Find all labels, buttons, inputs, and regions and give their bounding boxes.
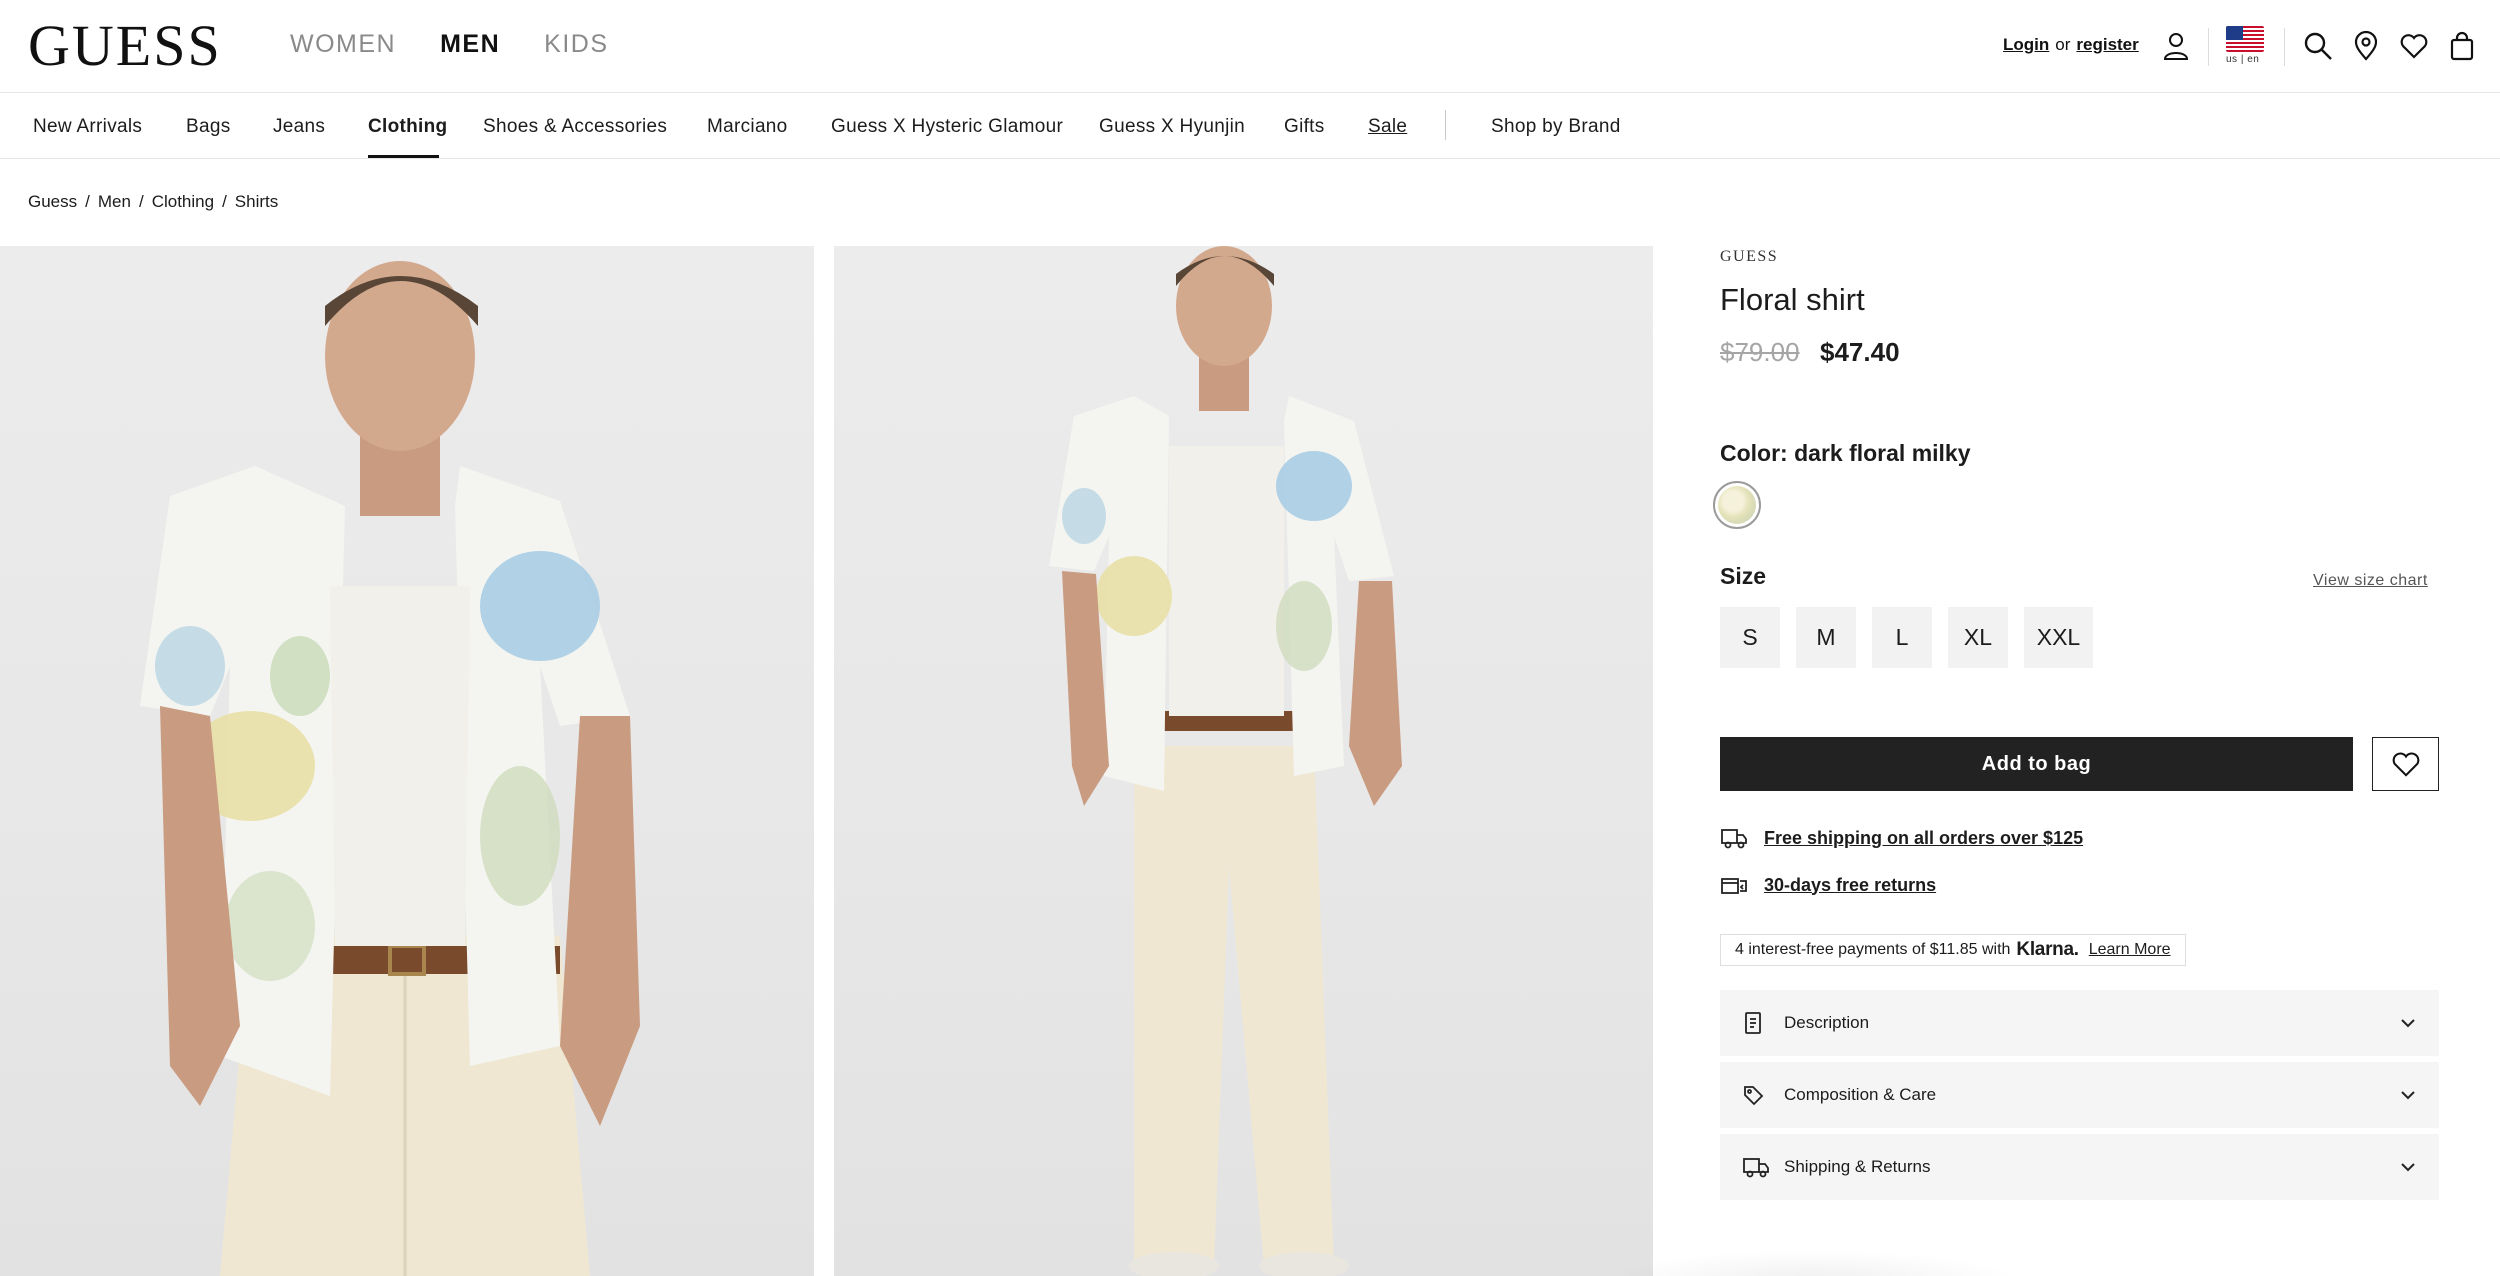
nav-guess-x-hyunjin[interactable]: Guess X Hyunjin xyxy=(1099,116,1245,138)
gender-nav: WOMEN MEN KIDS xyxy=(290,30,609,59)
size-options: S M L XL XXL xyxy=(1720,607,2093,668)
tag-icon xyxy=(1744,1086,1764,1106)
klarna-logo: Klarna. xyxy=(2016,939,2079,960)
tab-kids[interactable]: KIDS xyxy=(544,30,608,59)
account-icon[interactable] xyxy=(2158,28,2194,64)
size-option-xl[interactable]: XL xyxy=(1948,607,2008,668)
nav-clothing[interactable]: Clothing xyxy=(368,116,447,138)
locale-selector[interactable]: us | en xyxy=(2226,26,2268,70)
nav-new-arrivals[interactable]: New Arrivals xyxy=(33,116,142,138)
truck-icon xyxy=(1743,1158,1769,1178)
klarna-learn-more-link[interactable]: Learn More xyxy=(2089,941,2171,959)
bottom-shadow xyxy=(1600,1250,2020,1276)
heart-icon xyxy=(2392,752,2419,777)
breadcrumb-separator: / xyxy=(138,192,144,211)
search-icon[interactable] xyxy=(2300,28,2336,64)
nav-marciano[interactable]: Marciano xyxy=(707,116,788,138)
size-label: Size xyxy=(1720,563,1767,589)
header-divider xyxy=(2284,28,2285,66)
product-title: Floral shirt xyxy=(1720,282,1865,317)
free-returns-link[interactable]: 30-days free returns xyxy=(1764,875,1936,896)
tab-women[interactable]: WOMEN xyxy=(290,30,396,59)
size-chart-link[interactable]: View size chart xyxy=(2313,572,2428,590)
klarna-text: 4 interest-free payments of $11.85 with xyxy=(1735,941,2011,958)
active-nav-underline xyxy=(368,155,439,158)
size-option-m[interactable]: M xyxy=(1796,607,1856,668)
login-link[interactable]: Login xyxy=(2003,35,2049,54)
breadcrumb: Guess / Men / Clothing / Shirts xyxy=(28,192,278,212)
size-option-xxl[interactable]: XXL xyxy=(2024,607,2093,668)
breadcrumb-item[interactable]: Clothing xyxy=(152,192,214,212)
chevron-down-icon xyxy=(2401,1091,2415,1100)
site-header: GUESS WOMEN MEN KIDS Login or register us … xyxy=(0,0,2500,93)
nav-bags[interactable]: Bags xyxy=(186,116,231,138)
bag-icon[interactable] xyxy=(2444,28,2480,64)
returns-icon xyxy=(1721,878,1747,894)
nav-jeans[interactable]: Jeans xyxy=(273,116,325,138)
chevron-down-icon xyxy=(2401,1019,2415,1028)
perk-free-shipping: Free shipping on all orders over $125 xyxy=(1720,826,2083,850)
add-to-bag-button[interactable]: Add to bag xyxy=(1720,737,2353,791)
product-image-front[interactable] xyxy=(0,246,814,1276)
register-link[interactable]: register xyxy=(2076,35,2138,54)
color-swatch-dark-floral-milky[interactable] xyxy=(1713,481,1761,529)
size-option-l[interactable]: L xyxy=(1872,607,1932,668)
document-icon xyxy=(1745,1012,1761,1034)
nav-guess-x-hysteric-glamour[interactable]: Guess X Hysteric Glamour xyxy=(831,116,1063,138)
chevron-down-icon xyxy=(2401,1163,2415,1172)
nav-sale[interactable]: Sale xyxy=(1368,116,1407,138)
nav-divider xyxy=(1445,110,1446,140)
category-nav: New Arrivals Bags Jeans Clothing Shoes &… xyxy=(0,94,2500,159)
free-shipping-link[interactable]: Free shipping on all orders over $125 xyxy=(1764,828,2083,849)
tab-men[interactable]: MEN xyxy=(440,30,500,59)
original-price: $79.00 xyxy=(1720,337,1800,367)
color-label: Color: dark floral milky xyxy=(1720,440,1971,466)
product-brand: GUESS xyxy=(1720,248,1779,265)
size-option-s[interactable]: S xyxy=(1720,607,1780,668)
account-links: Login or register xyxy=(2003,35,2139,55)
swatch-fill xyxy=(1718,486,1756,524)
perk-free-returns: 30-days free returns xyxy=(1720,873,1936,897)
store-locator-icon[interactable] xyxy=(2348,28,2384,64)
accordion-composition-care[interactable]: Composition & Care xyxy=(1720,1062,2439,1128)
header-divider xyxy=(2208,28,2209,66)
wishlist-icon[interactable] xyxy=(2396,28,2432,64)
nav-shoes-accessories[interactable]: Shoes & Accessories xyxy=(483,116,667,138)
add-to-wishlist-button[interactable] xyxy=(2372,737,2439,791)
product-image-full-length[interactable] xyxy=(834,246,1653,1276)
flag-icon xyxy=(2226,26,2264,52)
nav-shop-by-brand[interactable]: Shop by Brand xyxy=(1491,116,1621,138)
truck-icon xyxy=(1721,829,1747,849)
breadcrumb-item[interactable]: Men xyxy=(98,192,131,212)
accordion-label: Description xyxy=(1784,1013,1870,1032)
guess-logo[interactable]: GUESS xyxy=(28,14,222,78)
sale-price: $47.40 xyxy=(1820,337,1900,367)
accordion-label: Shipping & Returns xyxy=(1784,1157,1931,1176)
breadcrumb-separator: / xyxy=(85,192,90,211)
locale-label: us | en xyxy=(2226,54,2260,65)
accordion-shipping-returns[interactable]: Shipping & Returns xyxy=(1720,1134,2439,1200)
nav-gifts[interactable]: Gifts xyxy=(1284,116,1325,138)
klarna-banner: 4 interest-free payments of $11.85 with … xyxy=(1720,934,2186,966)
breadcrumb-item[interactable]: Shirts xyxy=(235,192,278,212)
breadcrumb-separator: / xyxy=(222,192,227,211)
or-text: or xyxy=(2055,35,2071,54)
accordion-description[interactable]: Description xyxy=(1720,990,2439,1056)
accordion-label: Composition & Care xyxy=(1784,1085,1937,1104)
breadcrumb-item[interactable]: Guess xyxy=(28,192,77,212)
